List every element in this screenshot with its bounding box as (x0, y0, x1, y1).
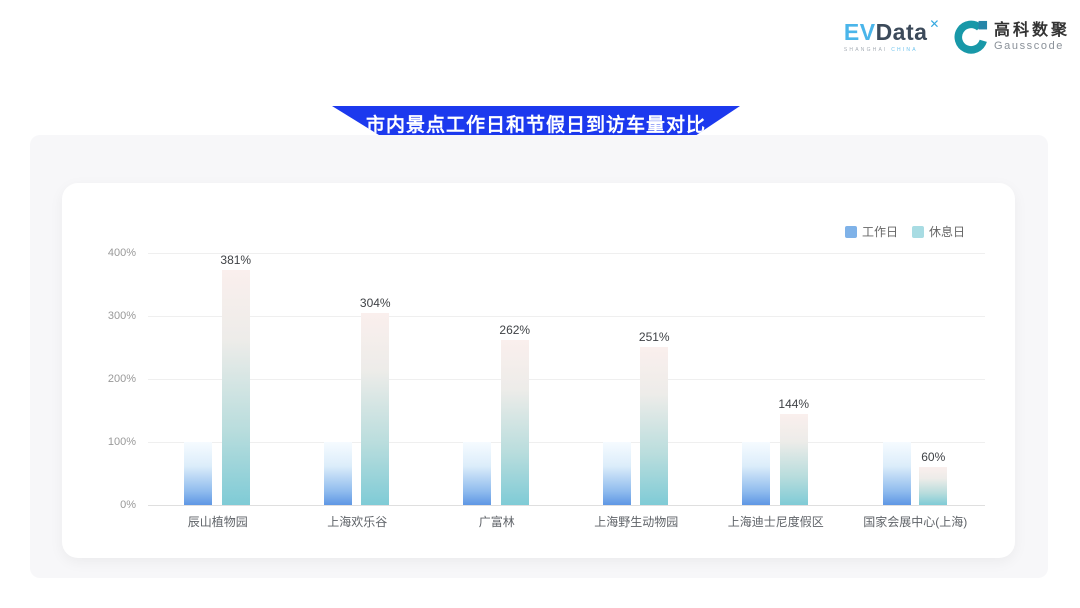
bar-workday (603, 442, 631, 505)
evdata-logo: EVData✕ SHANGHAI CHINA (844, 21, 938, 53)
bar-workday (742, 442, 770, 505)
bar-value-label: 262% (499, 323, 530, 337)
evdata-data-text: Data (876, 19, 928, 45)
legend-label: 工作日 (862, 223, 898, 240)
gausscode-mark-icon (954, 20, 988, 54)
chart-legend: 工作日 休息日 (845, 223, 965, 240)
gausscode-logo: 高科数聚 Gausscode (954, 20, 1070, 54)
bar-column (184, 253, 212, 505)
bar-group: 381% (148, 253, 288, 505)
chart-card: 工作日 休息日 381% 304% 262% 251% 144% 60% 辰山植物园上海欢乐… (62, 183, 1015, 558)
bar-workday (463, 442, 491, 505)
y-axis-tick-label: 0% (62, 499, 136, 511)
legend-swatch-icon (912, 226, 924, 238)
evdata-x-icon: ✕ (929, 17, 940, 31)
bar-value-label: 304% (360, 296, 391, 310)
bar-column: 304% (360, 253, 391, 505)
bar-group: 144% (706, 253, 846, 505)
page-title: 市内景点工作日和节假日到访车量对比 (366, 110, 706, 137)
bar-value-label: 381% (220, 253, 251, 267)
evdata-subtext-right: CHINA (891, 47, 918, 53)
bar-column: 262% (499, 253, 530, 505)
bar-column: 144% (778, 253, 809, 505)
bar-group: 304% (288, 253, 428, 505)
legend-swatch-icon (845, 226, 857, 238)
evdata-wordmark: EVData✕ (844, 21, 938, 44)
bar-column (603, 253, 631, 505)
gausscode-name-cn: 高科数聚 (994, 22, 1070, 40)
evdata-ev-text: EV (844, 19, 876, 45)
bar-column: 381% (220, 253, 251, 505)
x-axis-labels: 辰山植物园上海欢乐谷广富林上海野生动物园上海迪士尼度假区国家会展中心(上海) (148, 513, 985, 530)
bar-value-label: 251% (639, 330, 670, 344)
page: EVData✕ SHANGHAI CHINA 高科数聚 Gausscode 市内… (0, 0, 1080, 608)
evdata-subtext-left: SHANGHAI (844, 47, 888, 53)
y-axis-tick-label: 300% (62, 310, 136, 322)
x-axis-category-label: 上海欢乐谷 (288, 513, 428, 530)
x-axis-category-label: 辰山植物园 (148, 513, 288, 530)
x-axis-category-label: 广富林 (427, 513, 567, 530)
evdata-subtext: SHANGHAI CHINA (844, 47, 918, 53)
y-axis-tick-label: 400% (62, 247, 136, 259)
x-axis-category-label: 国家会展中心(上海) (846, 513, 986, 530)
plot-area: 381% 304% 262% 251% 144% 60% (148, 253, 985, 505)
header-logos: EVData✕ SHANGHAI CHINA 高科数聚 Gausscode (844, 20, 1070, 54)
bar-workday (883, 442, 911, 505)
bar-value-label: 144% (778, 397, 809, 411)
legend-label: 休息日 (929, 223, 965, 240)
bar-column: 60% (919, 253, 947, 505)
bar-restday (780, 414, 808, 505)
bar-restday (361, 313, 389, 505)
bar-column (883, 253, 911, 505)
gridline (148, 505, 985, 506)
bar-restday (222, 270, 250, 505)
legend-item-restday[interactable]: 休息日 (912, 223, 965, 240)
y-axis-tick-label: 100% (62, 436, 136, 448)
y-axis-tick-label: 200% (62, 373, 136, 385)
gausscode-wordmark: 高科数聚 Gausscode (994, 22, 1070, 52)
bar-workday (184, 442, 212, 505)
bar-group: 262% (427, 253, 567, 505)
bar-group: 251% (567, 253, 707, 505)
x-axis-category-label: 上海迪士尼度假区 (706, 513, 846, 530)
legend-item-workday[interactable]: 工作日 (845, 223, 898, 240)
bar-group: 60% (846, 253, 986, 505)
bar-restday (640, 347, 668, 505)
bar-column (463, 253, 491, 505)
bar-workday (324, 442, 352, 505)
gausscode-name-en: Gausscode (994, 40, 1070, 52)
bar-value-label: 60% (921, 450, 945, 464)
bar-column (324, 253, 352, 505)
bar-restday (501, 340, 529, 505)
bar-restday (919, 467, 947, 505)
bar-column (742, 253, 770, 505)
bar-column: 251% (639, 253, 670, 505)
content-panel: 工作日 休息日 381% 304% 262% 251% 144% 60% 辰山植物园上海欢乐… (30, 135, 1048, 578)
x-axis-category-label: 上海野生动物园 (567, 513, 707, 530)
